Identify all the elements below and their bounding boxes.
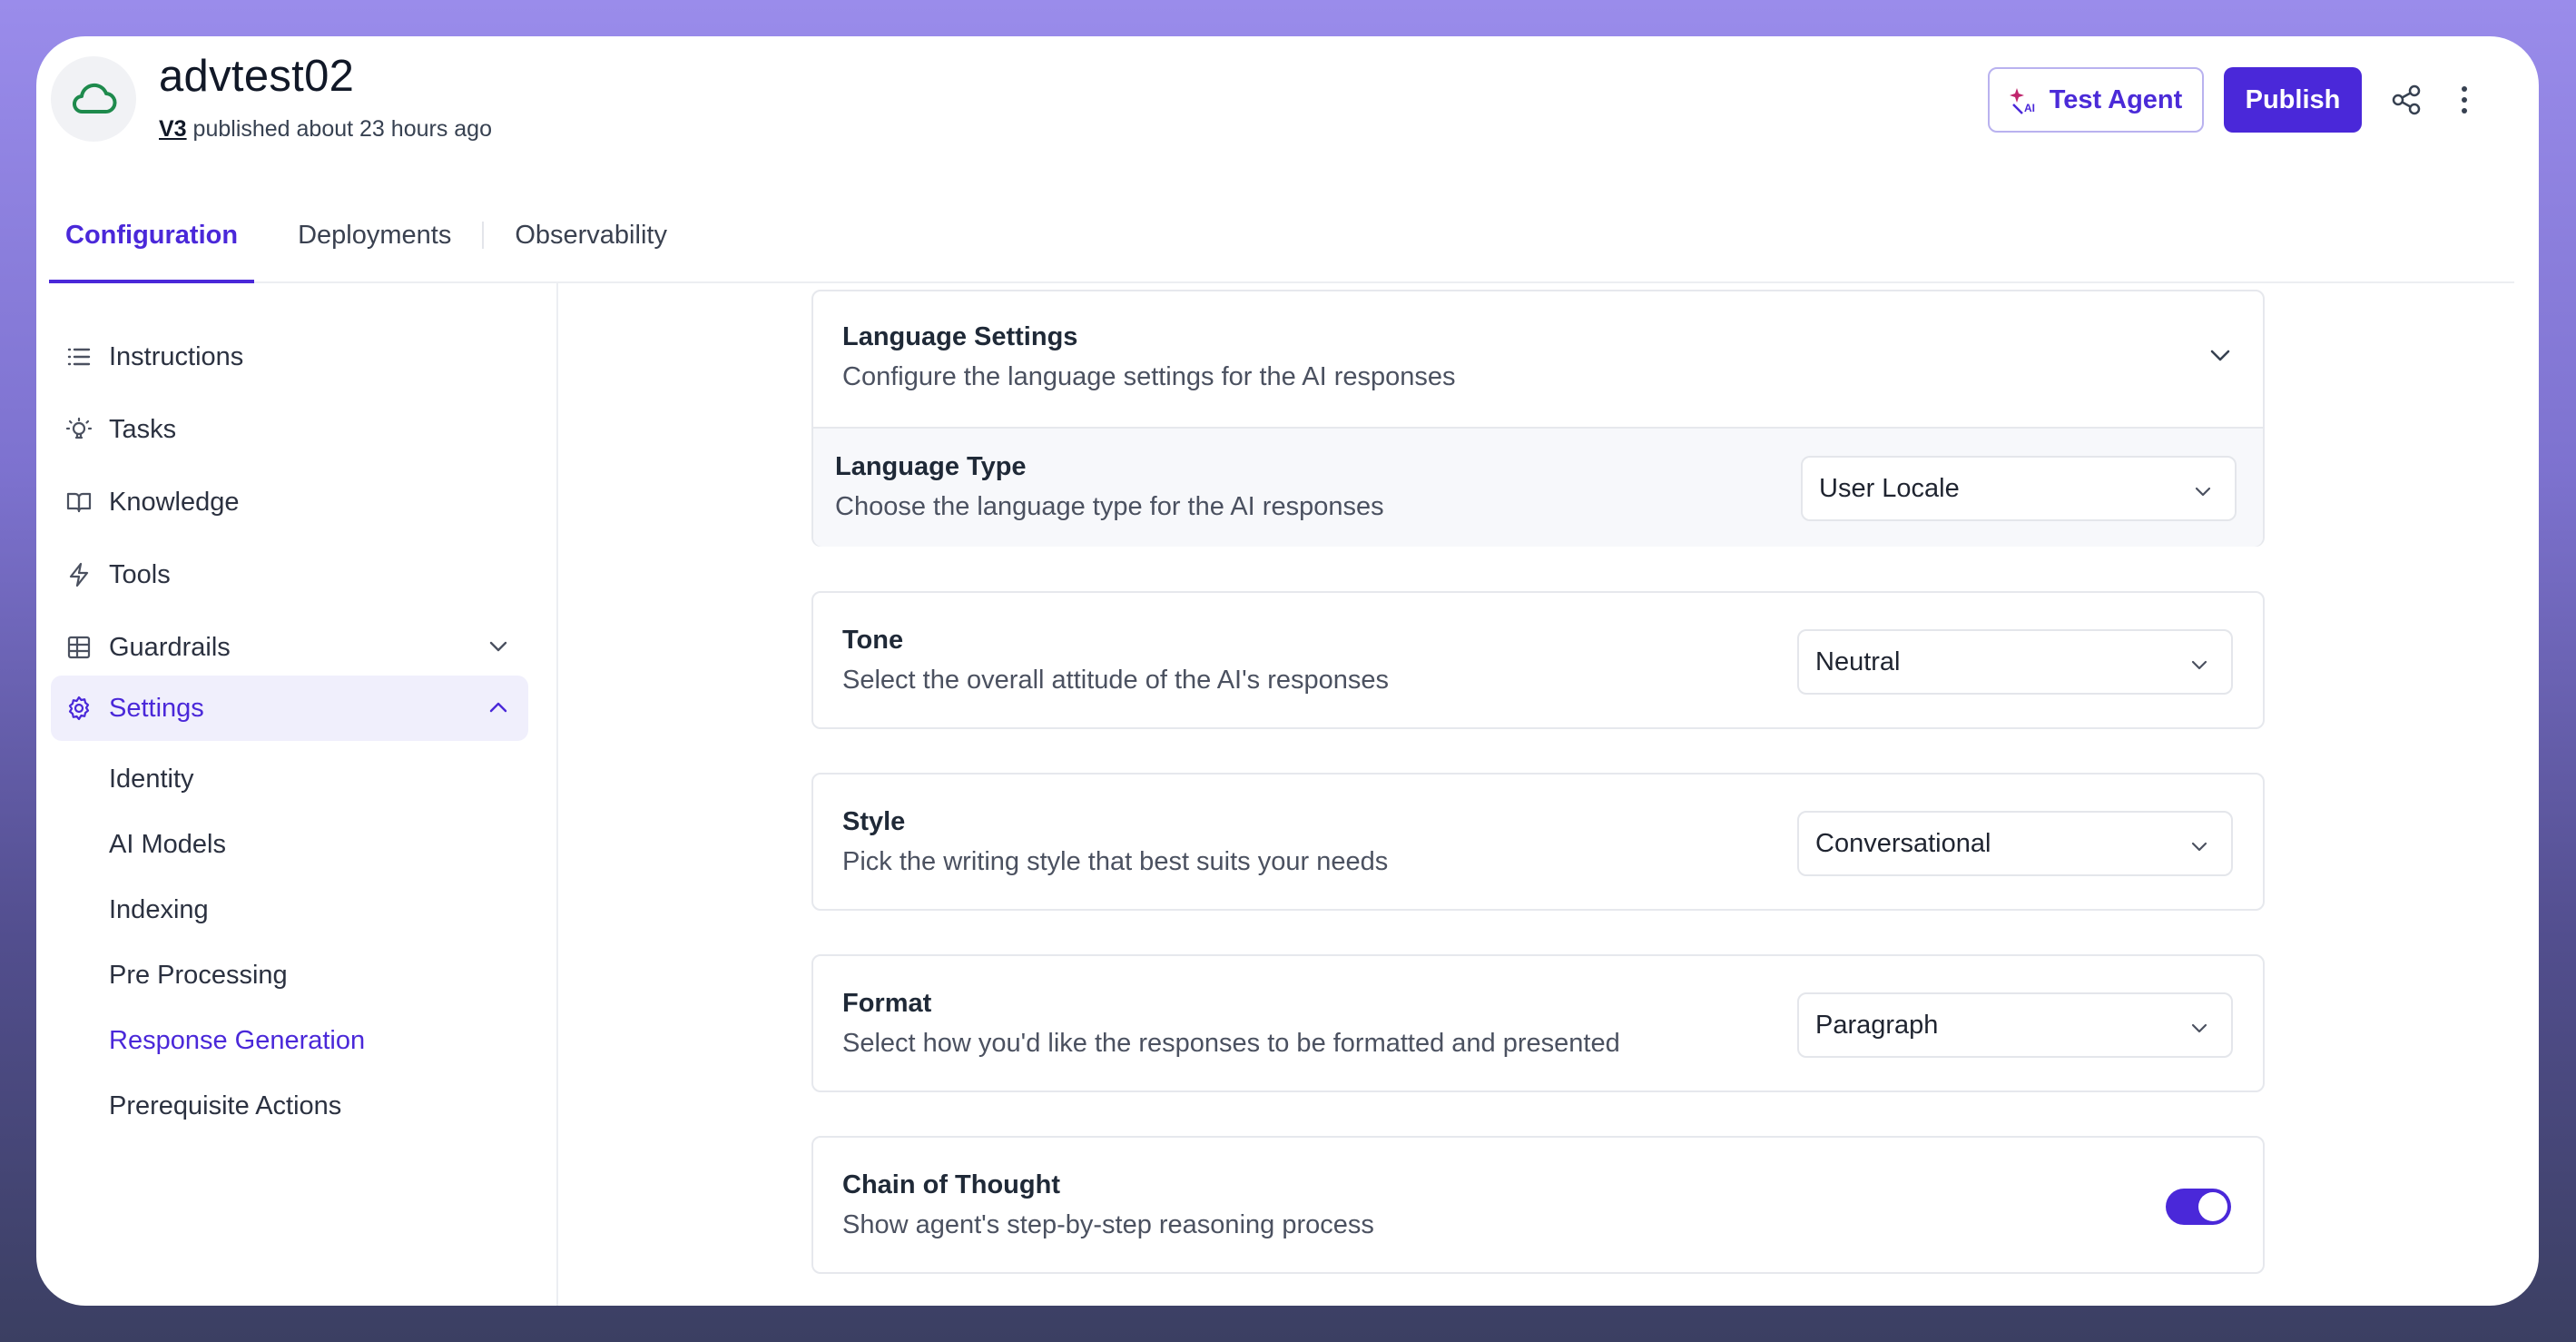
language-type-select[interactable]: User Locale	[1801, 456, 2237, 521]
tab-deployments[interactable]: Deployments	[281, 189, 467, 281]
language-settings-collapse-toggle[interactable]	[2202, 337, 2238, 373]
gear-icon	[64, 693, 94, 724]
sidebar-item-label: Instructions	[109, 341, 244, 371]
format-description: Select how you'd like the responses to b…	[842, 1029, 1620, 1058]
style-value: Conversational	[1815, 828, 1991, 858]
language-settings-description: Configure the language settings for the …	[842, 362, 1456, 391]
tab-observability[interactable]: Observability	[498, 189, 683, 281]
chevron-down-icon	[489, 641, 507, 652]
publish-label: Publish	[2245, 84, 2341, 114]
grid-icon	[64, 632, 94, 663]
style-description: Pick the writing style that best suits y…	[842, 847, 1389, 876]
lightbulb-icon	[64, 414, 94, 445]
version-link[interactable]: V3	[159, 116, 187, 142]
sidebar-item-knowledge[interactable]: Knowledge	[51, 469, 528, 535]
sidebar-subitem-response-generation[interactable]: Response Generation	[109, 1026, 365, 1056]
sidebar-subitem-ai-models[interactable]: AI Models	[109, 830, 226, 860]
chain-of-thought-toggle[interactable]	[2166, 1189, 2231, 1225]
published-text: published about 23 hours ago	[192, 116, 492, 142]
format-value: Paragraph	[1815, 1010, 1939, 1040]
language-type-title: Language Type	[835, 452, 1027, 481]
style-card: Style Pick the writing style that best s…	[811, 773, 2265, 911]
language-settings-card: Language Settings Configure the language…	[811, 290, 2265, 547]
format-card: Format Select how you'd like the respons…	[811, 954, 2265, 1092]
more-vertical-icon	[2462, 86, 2467, 113]
tone-description: Select the overall attitude of the AI's …	[842, 666, 1390, 695]
tone-title: Tone	[842, 626, 904, 655]
app-window: advtest02 V3 published about 23 hours ag…	[36, 36, 2539, 1306]
tone-card: Tone Select the overall attitude of the …	[811, 591, 2265, 729]
sidebar-item-label: Settings	[109, 693, 204, 723]
publish-status: V3 published about 23 hours ago	[159, 116, 492, 143]
book-icon	[64, 487, 94, 518]
chevron-up-icon	[489, 702, 507, 713]
chevron-down-icon	[2191, 660, 2207, 670]
sidebar-item-label: Guardrails	[109, 632, 231, 662]
more-options-button[interactable]	[2444, 80, 2484, 120]
sidebar-item-guardrails[interactable]: Guardrails	[51, 615, 528, 680]
cloud-icon	[73, 83, 117, 113]
test-agent-button[interactable]: AI Test Agent	[1988, 67, 2204, 133]
language-type-value: User Locale	[1819, 473, 1960, 503]
agent-avatar	[51, 56, 136, 142]
language-type-description: Choose the language type for the AI resp…	[835, 492, 1384, 521]
publish-button[interactable]: Publish	[2224, 67, 2362, 133]
sidebar-subitem-prerequisite-actions[interactable]: Prerequisite Actions	[109, 1091, 341, 1121]
share-icon	[2392, 84, 2421, 115]
style-select[interactable]: Conversational	[1797, 811, 2233, 876]
svg-text:AI: AI	[2024, 102, 2035, 114]
chevron-down-icon	[2210, 350, 2230, 361]
ai-sparkle-icon: AI	[2009, 88, 2035, 114]
toggle-knob	[2198, 1192, 2227, 1221]
sidebar-subitem-pre-processing[interactable]: Pre Processing	[109, 961, 288, 991]
tab-divider	[482, 222, 485, 249]
test-agent-label: Test Agent	[2049, 84, 2183, 114]
format-select[interactable]: Paragraph	[1797, 992, 2233, 1058]
language-settings-title: Language Settings	[842, 322, 1078, 351]
sidebar-item-instructions[interactable]: Instructions	[51, 324, 528, 390]
list-icon	[64, 341, 94, 372]
sidebar-item-tools[interactable]: Tools	[51, 542, 528, 607]
tone-value: Neutral	[1815, 646, 1901, 676]
share-button[interactable]	[2386, 80, 2426, 120]
tone-select[interactable]: Neutral	[1797, 629, 2233, 695]
sidebar-subitem-identity[interactable]: Identity	[109, 765, 194, 794]
chevron-down-icon	[2191, 842, 2207, 852]
chevron-down-icon	[2195, 487, 2211, 497]
tab-bar: Configuration Deployments Observability	[49, 189, 2514, 283]
sidebar-subitem-indexing[interactable]: Indexing	[109, 895, 209, 925]
page-title: advtest02	[159, 52, 355, 101]
chain-of-thought-description: Show agent's step-by-step reasoning proc…	[842, 1210, 1374, 1239]
sidebar-item-label: Tools	[109, 559, 171, 589]
sidebar-item-settings[interactable]: Settings	[51, 676, 528, 741]
chain-of-thought-title: Chain of Thought	[842, 1170, 1060, 1199]
format-title: Format	[842, 989, 932, 1018]
sidebar-item-label: Knowledge	[109, 487, 240, 517]
style-title: Style	[842, 807, 906, 836]
chevron-down-icon	[2191, 1023, 2207, 1033]
sidebar: Instructions Tasks Knowledge Tools Guard…	[36, 283, 558, 1306]
tab-configuration[interactable]: Configuration	[49, 189, 255, 283]
sidebar-item-label: Tasks	[109, 414, 177, 444]
chain-of-thought-card: Chain of Thought Show agent's step-by-st…	[811, 1136, 2265, 1274]
language-type-row: Language Type Choose the language type f…	[813, 427, 2263, 547]
lightning-icon	[64, 559, 94, 590]
sidebar-item-tasks[interactable]: Tasks	[51, 397, 528, 462]
